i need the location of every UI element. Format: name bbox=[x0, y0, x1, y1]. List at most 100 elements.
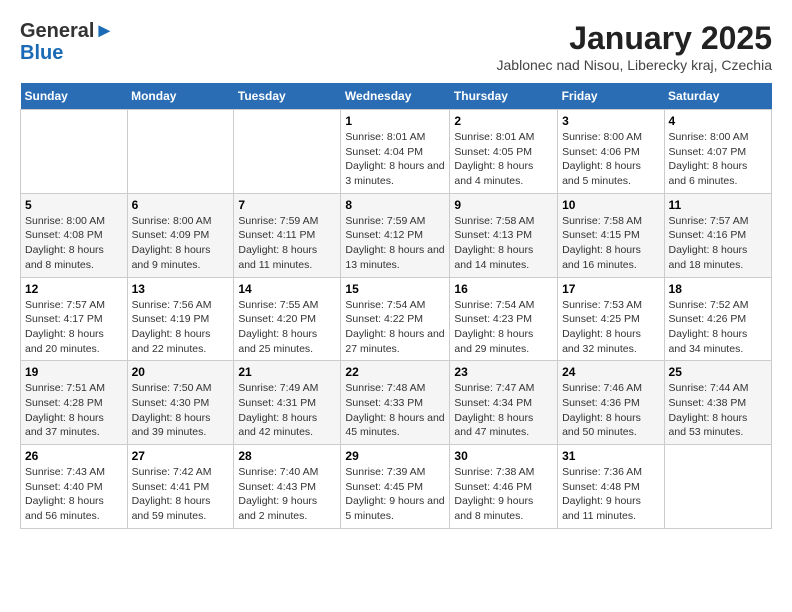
calendar-cell: 9 Sunrise: 7:58 AMSunset: 4:13 PMDaylight… bbox=[450, 193, 558, 277]
day-info: Sunrise: 7:40 AMSunset: 4:43 PMDaylight:… bbox=[238, 465, 336, 524]
day-number: 31 bbox=[562, 449, 659, 463]
day-number: 26 bbox=[25, 449, 123, 463]
calendar-cell: 31 Sunrise: 7:36 AMSunset: 4:48 PMDayligh… bbox=[558, 445, 664, 529]
calendar-cell: 3Sunrise: 8:00 AMSunset: 4:06 PMDaylight… bbox=[558, 110, 664, 194]
calendar-cell: 2 Sunrise: 8:01 AMSunset: 4:05 PMDaylight… bbox=[450, 110, 558, 194]
logo-triangle: ► bbox=[94, 20, 114, 42]
weekday-header: Friday bbox=[558, 83, 664, 110]
day-number: 19 bbox=[25, 365, 123, 379]
day-number: 11 bbox=[669, 198, 767, 212]
day-info: Sunrise: 7:57 AMSunset: 4:16 PMDaylight:… bbox=[669, 214, 767, 273]
day-number: 6 bbox=[132, 198, 230, 212]
page-header: General► Blue January 2025 Jablonec nad … bbox=[20, 20, 772, 73]
calendar-cell: 28 Sunrise: 7:40 AMSunset: 4:43 PMDayligh… bbox=[234, 445, 341, 529]
day-number: 8 bbox=[345, 198, 445, 212]
day-number: 20 bbox=[132, 365, 230, 379]
calendar-week-row: 1Sunrise: 8:01 AMSunset: 4:04 PMDaylight… bbox=[21, 110, 772, 194]
calendar-cell bbox=[127, 110, 234, 194]
day-info: Sunrise: 8:00 AMSunset: 4:07 PMDaylight:… bbox=[669, 130, 767, 189]
day-number: 10 bbox=[562, 198, 659, 212]
day-number: 5 bbox=[25, 198, 123, 212]
weekday-header: Thursday bbox=[450, 83, 558, 110]
calendar-cell: 13Sunrise: 7:56 AMSunset: 4:19 PMDayligh… bbox=[127, 277, 234, 361]
day-number: 29 bbox=[345, 449, 445, 463]
calendar-cell: 26 Sunrise: 7:43 AMSunset: 4:40 PMDayligh… bbox=[21, 445, 128, 529]
day-info: Sunrise: 7:54 AMSunset: 4:22 PMDaylight:… bbox=[345, 298, 445, 357]
calendar-cell: 5Sunrise: 8:00 AMSunset: 4:08 PMDaylight… bbox=[21, 193, 128, 277]
calendar-week-row: 19 Sunrise: 7:51 AMSunset: 4:28 PMDayligh… bbox=[21, 361, 772, 445]
day-number: 24 bbox=[562, 365, 659, 379]
day-info: Sunrise: 7:44 AMSunset: 4:38 PMDaylight:… bbox=[669, 381, 767, 440]
day-number: 22 bbox=[345, 365, 445, 379]
calendar-cell: 6Sunrise: 8:00 AMSunset: 4:09 PMDaylight… bbox=[127, 193, 234, 277]
day-number: 16 bbox=[454, 282, 553, 296]
calendar-cell: 12 Sunrise: 7:57 AMSunset: 4:17 PMDayligh… bbox=[21, 277, 128, 361]
calendar-cell: 23 Sunrise: 7:47 AMSunset: 4:34 PMDayligh… bbox=[450, 361, 558, 445]
calendar-cell: 11 Sunrise: 7:57 AMSunset: 4:16 PMDayligh… bbox=[664, 193, 771, 277]
calendar-cell: 1Sunrise: 8:01 AMSunset: 4:04 PMDaylight… bbox=[341, 110, 450, 194]
weekday-header-row: SundayMondayTuesdayWednesdayThursdayFrid… bbox=[21, 83, 772, 110]
calendar-cell: 22 Sunrise: 7:48 AMSunset: 4:33 PMDayligh… bbox=[341, 361, 450, 445]
calendar-week-row: 5Sunrise: 8:00 AMSunset: 4:08 PMDaylight… bbox=[21, 193, 772, 277]
day-info: Sunrise: 7:51 AMSunset: 4:28 PMDaylight:… bbox=[25, 381, 123, 440]
day-number: 28 bbox=[238, 449, 336, 463]
day-info: Sunrise: 7:59 AMSunset: 4:11 PMDaylight:… bbox=[238, 214, 336, 273]
calendar-cell: 24 Sunrise: 7:46 AMSunset: 4:36 PMDayligh… bbox=[558, 361, 664, 445]
day-info: Sunrise: 7:46 AMSunset: 4:36 PMDaylight:… bbox=[562, 381, 659, 440]
day-info: Sunrise: 7:43 AMSunset: 4:40 PMDaylight:… bbox=[25, 465, 123, 524]
calendar-cell: 10 Sunrise: 7:58 AMSunset: 4:15 PMDayligh… bbox=[558, 193, 664, 277]
day-number: 23 bbox=[454, 365, 553, 379]
day-number: 7 bbox=[238, 198, 336, 212]
logo: General► Blue bbox=[20, 20, 114, 64]
calendar-cell: 29 Sunrise: 7:39 AMSunset: 4:45 PMDayligh… bbox=[341, 445, 450, 529]
day-number: 30 bbox=[454, 449, 553, 463]
day-number: 9 bbox=[454, 198, 553, 212]
day-number: 21 bbox=[238, 365, 336, 379]
day-number: 2 bbox=[454, 114, 553, 128]
day-info: Sunrise: 8:01 AMSunset: 4:04 PMDaylight:… bbox=[345, 130, 445, 189]
day-info: Sunrise: 7:56 AMSunset: 4:19 PMDaylight:… bbox=[132, 298, 230, 357]
location: Jablonec nad Nisou, Liberecky kraj, Czec… bbox=[497, 57, 772, 73]
day-info: Sunrise: 7:38 AMSunset: 4:46 PMDaylight:… bbox=[454, 465, 553, 524]
calendar-cell: 19 Sunrise: 7:51 AMSunset: 4:28 PMDayligh… bbox=[21, 361, 128, 445]
calendar-cell: 8Sunrise: 7:59 AMSunset: 4:12 PMDaylight… bbox=[341, 193, 450, 277]
day-number: 14 bbox=[238, 282, 336, 296]
day-info: Sunrise: 7:50 AMSunset: 4:30 PMDaylight:… bbox=[132, 381, 230, 440]
day-info: Sunrise: 7:57 AMSunset: 4:17 PMDaylight:… bbox=[25, 298, 123, 357]
calendar-cell bbox=[234, 110, 341, 194]
calendar-cell: 27 Sunrise: 7:42 AMSunset: 4:41 PMDayligh… bbox=[127, 445, 234, 529]
day-info: Sunrise: 7:49 AMSunset: 4:31 PMDaylight:… bbox=[238, 381, 336, 440]
calendar-cell: 18Sunrise: 7:52 AMSunset: 4:26 PMDayligh… bbox=[664, 277, 771, 361]
calendar-cell: 14 Sunrise: 7:55 AMSunset: 4:20 PMDayligh… bbox=[234, 277, 341, 361]
day-info: Sunrise: 7:42 AMSunset: 4:41 PMDaylight:… bbox=[132, 465, 230, 524]
calendar-table: SundayMondayTuesdayWednesdayThursdayFrid… bbox=[20, 83, 772, 529]
day-info: Sunrise: 7:58 AMSunset: 4:13 PMDaylight:… bbox=[454, 214, 553, 273]
day-number: 4 bbox=[669, 114, 767, 128]
title-block: January 2025 Jablonec nad Nisou, Liberec… bbox=[497, 20, 772, 73]
calendar-cell: 30 Sunrise: 7:38 AMSunset: 4:46 PMDayligh… bbox=[450, 445, 558, 529]
day-number: 12 bbox=[25, 282, 123, 296]
calendar-cell: 15Sunrise: 7:54 AMSunset: 4:22 PMDayligh… bbox=[341, 277, 450, 361]
day-info: Sunrise: 8:01 AMSunset: 4:05 PMDaylight:… bbox=[454, 130, 553, 189]
calendar-cell: 4 Sunrise: 8:00 AMSunset: 4:07 PMDaylight… bbox=[664, 110, 771, 194]
day-info: Sunrise: 7:48 AMSunset: 4:33 PMDaylight:… bbox=[345, 381, 445, 440]
day-number: 17 bbox=[562, 282, 659, 296]
day-info: Sunrise: 7:39 AMSunset: 4:45 PMDaylight:… bbox=[345, 465, 445, 524]
month-title: January 2025 bbox=[497, 20, 772, 57]
day-info: Sunrise: 7:58 AMSunset: 4:15 PMDaylight:… bbox=[562, 214, 659, 273]
calendar-cell: 21 Sunrise: 7:49 AMSunset: 4:31 PMDayligh… bbox=[234, 361, 341, 445]
calendar-cell: 7 Sunrise: 7:59 AMSunset: 4:11 PMDaylight… bbox=[234, 193, 341, 277]
day-info: Sunrise: 7:54 AMSunset: 4:23 PMDaylight:… bbox=[454, 298, 553, 357]
calendar-week-row: 26 Sunrise: 7:43 AMSunset: 4:40 PMDayligh… bbox=[21, 445, 772, 529]
calendar-cell: 20 Sunrise: 7:50 AMSunset: 4:30 PMDayligh… bbox=[127, 361, 234, 445]
calendar-cell bbox=[21, 110, 128, 194]
calendar-cell: 25 Sunrise: 7:44 AMSunset: 4:38 PMDayligh… bbox=[664, 361, 771, 445]
day-info: Sunrise: 7:36 AMSunset: 4:48 PMDaylight:… bbox=[562, 465, 659, 524]
day-number: 27 bbox=[132, 449, 230, 463]
day-number: 3 bbox=[562, 114, 659, 128]
day-number: 25 bbox=[669, 365, 767, 379]
calendar-cell: 17Sunrise: 7:53 AMSunset: 4:25 PMDayligh… bbox=[558, 277, 664, 361]
logo-blue: Blue bbox=[20, 42, 114, 64]
day-info: Sunrise: 7:55 AMSunset: 4:20 PMDaylight:… bbox=[238, 298, 336, 357]
day-info: Sunrise: 7:47 AMSunset: 4:34 PMDaylight:… bbox=[454, 381, 553, 440]
